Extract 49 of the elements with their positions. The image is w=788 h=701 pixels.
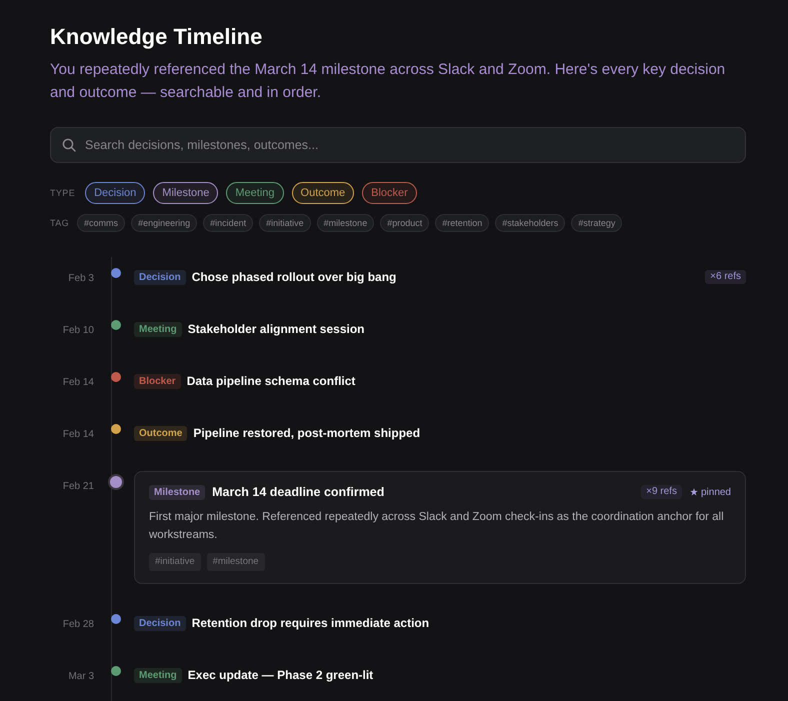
- event-card[interactable]: Milestone March 14 deadline confirmed ×9 refs pinned First major milestone. Referenced repeatedly across Slack and Zoom check-ins as the coordination anchor for all workstreams. #initiative #milestone: [134, 471, 746, 584]
- type-badge: Blocker: [134, 374, 181, 388]
- search-field[interactable]: Search decisions, milestones, outcomes...: [50, 127, 746, 163]
- tag-filter-chip[interactable]: #product: [380, 214, 430, 232]
- type-filter-chip[interactable]: Milestone: [153, 182, 218, 204]
- event-date: Feb 10: [62, 324, 94, 338]
- type-badge: Meeting: [134, 668, 182, 682]
- tag-filter-label: TAG: [50, 218, 70, 228]
- page-title: Knowledge Timeline: [50, 24, 262, 50]
- event-title[interactable]: Exec update — Phase 2 green-lit: [188, 668, 374, 682]
- event-tag: #milestone: [206, 553, 265, 571]
- search-icon: [62, 138, 76, 152]
- tag-filter-chip[interactable]: #strategy: [571, 214, 622, 232]
- event-title: March 14 deadline confirmed: [212, 485, 384, 499]
- page-subtitle: You repeatedly referenced the March 14 milestone across Slack and Zoom. Here's every key decision and outcome — searchable and in order.: [50, 60, 726, 103]
- tag-filter-chip[interactable]: #incident: [203, 214, 254, 232]
- type-badge: Decision: [134, 616, 186, 630]
- type-filter-chip[interactable]: Meeting: [226, 182, 284, 204]
- event-title[interactable]: Pipeline restored, post-mortem shipped: [193, 426, 420, 440]
- tag-filter-chip[interactable]: #retention: [435, 214, 490, 232]
- tag-filter-chip[interactable]: #comms: [77, 214, 126, 232]
- type-badge: Milestone: [149, 484, 206, 500]
- event-date: Feb 3: [67, 272, 94, 286]
- star-icon: [690, 488, 698, 496]
- refs-count: ×6 refs: [705, 270, 746, 284]
- tag-filter-chip[interactable]: #initiative: [259, 214, 311, 232]
- event-title[interactable]: Chose phased rollout over big bang: [192, 270, 396, 284]
- type-filter-label: TYPE: [50, 188, 76, 198]
- event-date: Mar 3: [67, 670, 94, 684]
- event-title[interactable]: Retention drop requires immediate action: [192, 616, 430, 630]
- tag-filter-chip[interactable]: #engineering: [131, 214, 198, 232]
- type-filter-chip[interactable]: Outcome: [292, 182, 354, 204]
- refs-count: ×9 refs: [641, 485, 682, 499]
- event-date: Feb 28: [62, 618, 94, 632]
- pinned-label: pinned: [700, 486, 731, 498]
- event-title[interactable]: Data pipeline schema conflict: [186, 374, 356, 388]
- event-title[interactable]: Stakeholder alignment session: [188, 322, 364, 336]
- type-badge: Meeting: [134, 322, 182, 336]
- event-tag: #initiative: [149, 553, 201, 571]
- event-description: First major milestone. Referenced repeatedly across Slack and Zoom check-ins as the coordination anchor for all workstreams.: [149, 510, 725, 543]
- tag-filter-chip[interactable]: #stakeholders: [495, 214, 566, 232]
- event-date: Feb 21: [62, 480, 94, 494]
- event-date: Feb 14: [62, 428, 94, 442]
- type-badge: Decision: [134, 270, 186, 284]
- event-date: Feb 14: [62, 376, 94, 390]
- type-filter-chip[interactable]: Decision: [85, 182, 146, 204]
- type-badge: Outcome: [134, 426, 188, 440]
- type-filter-chip[interactable]: Blocker: [362, 182, 417, 204]
- tag-filter-chip[interactable]: #milestone: [316, 214, 374, 232]
